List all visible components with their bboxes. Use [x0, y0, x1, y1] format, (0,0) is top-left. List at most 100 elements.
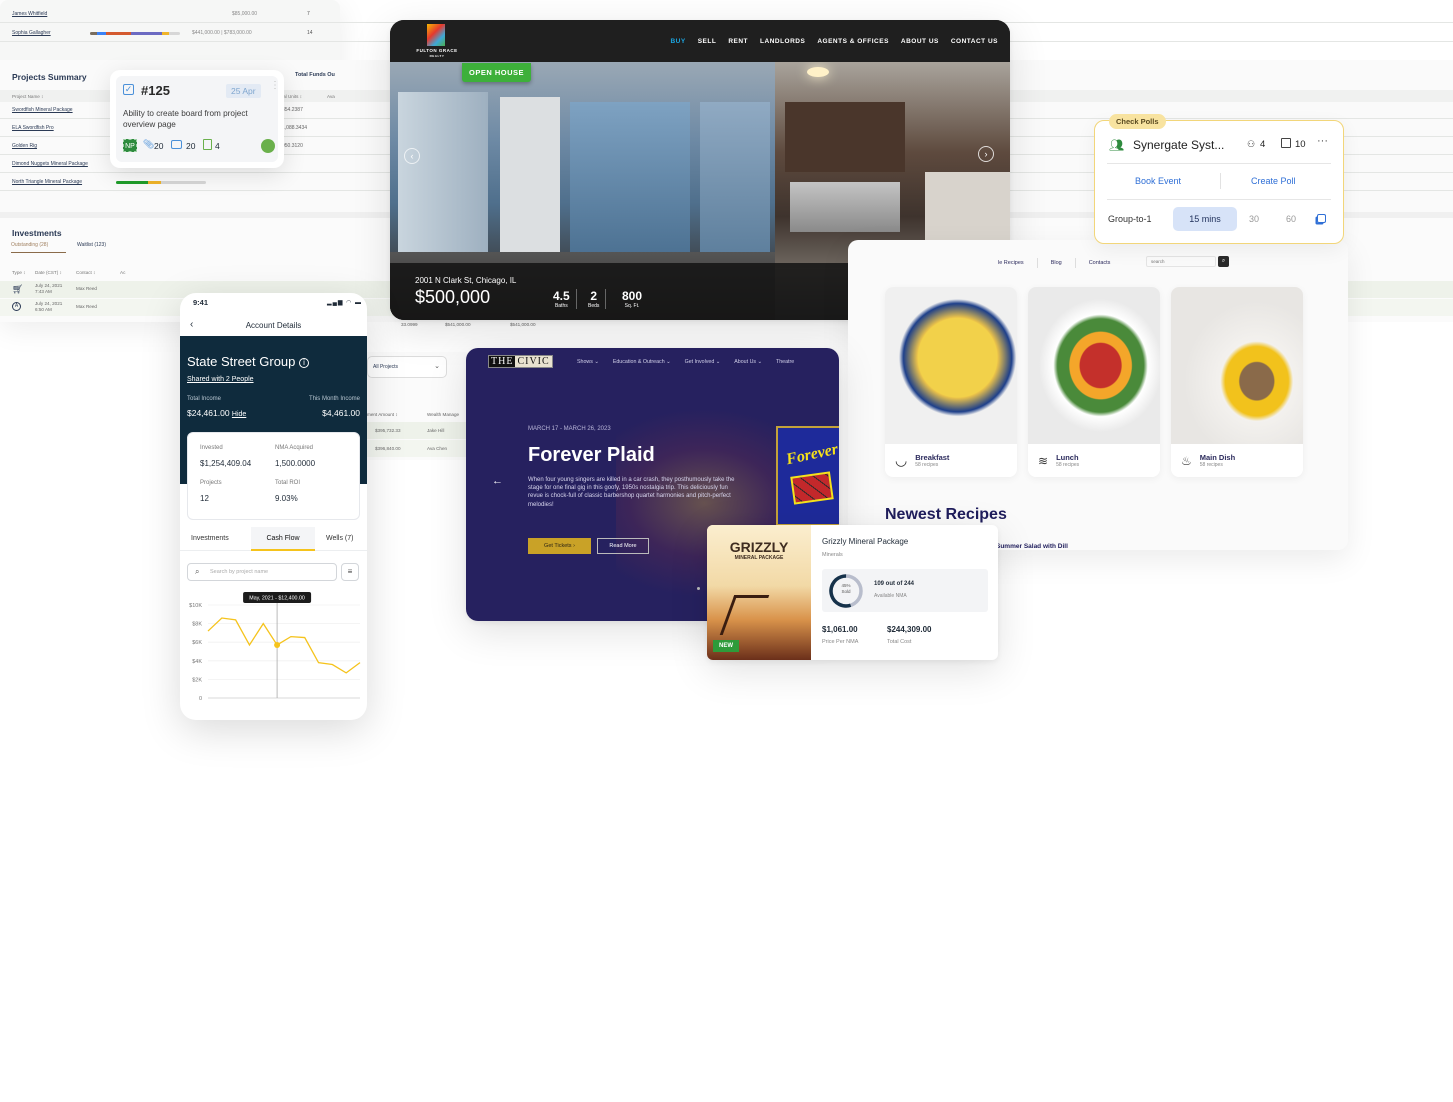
nav-get-involved[interactable]: Get Involved ⌄ [685, 359, 721, 365]
stat-label: NMA Acquired [275, 445, 314, 451]
filter-button[interactable]: ≡ [341, 563, 359, 581]
nav-buy[interactable]: BUY [670, 38, 685, 45]
comment-icon [171, 140, 182, 149]
arrow-left-icon[interactable]: ← [492, 475, 503, 487]
project-link[interactable]: Dimond Nuggets Mineral Package [12, 161, 88, 167]
salad-icon: ≋ [1038, 453, 1049, 468]
project-link[interactable]: Swordfish Mineral Package [12, 107, 73, 113]
total-units: 354.2387 [282, 107, 303, 113]
carousel-dot[interactable] [697, 587, 700, 590]
col-type[interactable]: Type ↕ [12, 270, 26, 275]
nav-shows[interactable]: Shows ⌄ [577, 359, 599, 365]
category-card-lunch[interactable]: ≋ Lunch 58 recipes [1028, 287, 1160, 477]
listing-price: $500,000 [415, 287, 491, 307]
nav-blog[interactable]: Blog [1051, 260, 1062, 266]
contact-link[interactable]: James Whitfield [12, 11, 47, 17]
project-filter-select[interactable]: All Projects ⌄ [367, 356, 447, 378]
shared-link[interactable]: Shared with 2 People [187, 376, 254, 383]
civic-logo[interactable]: THE CIVIC [488, 355, 553, 368]
nav-agents[interactable]: AGENTS & OFFICES [817, 38, 889, 45]
stat-value: 1,500.0000 [275, 459, 316, 468]
task-title: Ability to create board from project ove… [123, 109, 248, 129]
nav-recipes[interactable]: le Recipes [998, 260, 1024, 266]
status-time: 9:41 [193, 298, 209, 307]
show-description: When four young singers are killed in a … [528, 477, 735, 508]
contact-link[interactable]: Sophia Gallagher [12, 30, 51, 36]
grizzly-card[interactable]: GRIZZLY MINERAL PACKAGE NEW Grizzly Mine… [707, 525, 998, 660]
table-row: James Whitfield $85,000.00 7 [0, 6, 1453, 23]
task-card[interactable]: ✓ #125 25 Apr ⋮ Ability to create board … [110, 70, 284, 168]
project-link[interactable]: North Triangle Mineral Package [12, 179, 82, 185]
duration-15[interactable]: 15 mins [1173, 207, 1237, 231]
col-project-name[interactable]: Project Name ↕ [12, 94, 43, 99]
tab-cash-flow[interactable]: Cash Flow [251, 527, 315, 551]
duration-60[interactable]: 60 [1286, 214, 1296, 224]
avatar: NP [123, 139, 137, 152]
count: 14 [307, 30, 313, 36]
tab-wells[interactable]: Wells (7) [326, 535, 353, 542]
nav-rent[interactable]: RENT [728, 38, 748, 45]
info-icon[interactable]: i [299, 357, 310, 368]
price-per-nma: $1,061.00 [822, 625, 858, 634]
projects-summary-title: Projects Summary [12, 72, 87, 82]
col-date[interactable]: Date (CST) ↕ [35, 270, 62, 275]
nav-landlords[interactable]: LANDLORDS [760, 38, 805, 45]
stat-baths: 4.5 Baths [553, 289, 577, 309]
tab-waitlist[interactable]: Waitlist (123) [77, 242, 106, 248]
col-contact[interactable]: Contact ↕ [76, 270, 95, 275]
check-polls-tag[interactable]: Check Polls [1109, 114, 1166, 129]
nav-theatre[interactable]: Theatre [776, 359, 794, 365]
col-amount[interactable]: ment Amount ↕ [367, 412, 398, 417]
tab-investments[interactable]: Investments [191, 535, 229, 542]
clipboard-icon [203, 139, 212, 150]
category-card-main-dish[interactable]: ♨ Main Dish 58 recipes [1171, 287, 1303, 477]
type-label: Group-to-1 [1108, 214, 1152, 224]
tab-outstanding[interactable]: Outstanding (28) [11, 242, 66, 253]
data-point[interactable] [274, 641, 281, 648]
col-available[interactable]: Ava [327, 94, 335, 99]
col-wealth-manager[interactable]: Wealth Manage [427, 412, 459, 417]
nav-contact[interactable]: CONTACT US [951, 38, 998, 45]
category-name: Main Dish [1199, 453, 1236, 462]
nav-about[interactable]: About Us ⌄ [734, 359, 762, 365]
hide-link[interactable]: Hide [232, 411, 246, 418]
nav-about[interactable]: ABOUT US [901, 38, 939, 45]
investments-right: All Projects ⌄ ment Amount ↕ Wealth Mana… [367, 352, 467, 460]
nav-sell[interactable]: SELL [698, 38, 717, 45]
prev-photo-button[interactable]: ‹ [404, 148, 420, 164]
month-income: $4,461.00 [322, 408, 360, 418]
create-poll-button[interactable]: Create Poll [1251, 176, 1296, 186]
copy-icon[interactable] [1317, 214, 1326, 223]
brand-name: FULTON GRACE REALTY [416, 48, 458, 58]
recipe-title[interactable]: Summer Salad with Dill [996, 543, 1068, 550]
poll-card: Check Polls 👥︎ Synergate Syst... ⚇ 4 10 … [1094, 114, 1344, 244]
table-row: Sophia Gallagher $441,000.00 | $783,000.… [0, 25, 1453, 42]
read-more-button[interactable]: Read More [597, 538, 649, 554]
category-count: 58 recipes [1056, 462, 1080, 468]
search-icon[interactable]: ⌕ [1218, 256, 1229, 267]
group-name: State Street Group i [187, 354, 310, 369]
date: July 24, 2021 7:43 AM [35, 283, 63, 294]
recipe-search-input[interactable] [1146, 256, 1216, 267]
total-income: $24,461.00 Hide [187, 408, 247, 418]
book-event-button[interactable]: Book Event [1135, 176, 1181, 186]
project-link[interactable]: ELA Swordfish Pro [12, 125, 54, 131]
nav-education[interactable]: Education & Outreach ⌄ [613, 359, 671, 365]
manager: Jake Hill [427, 428, 445, 433]
fulton-grace-logo[interactable] [427, 24, 445, 46]
col-account[interactable]: Ac [120, 270, 125, 275]
project-link[interactable]: Golden Rig [12, 143, 37, 149]
get-tickets-button[interactable]: Get Tickets › [528, 538, 591, 554]
next-photo-button[interactable]: › [978, 146, 994, 162]
category-card-breakfast[interactable]: ◡ Breakfast 58 recipes [885, 287, 1017, 477]
project-search-input[interactable]: ⌕ Search by project name [187, 563, 337, 581]
y-tick-label: $10K [189, 603, 202, 609]
y-tick-label: $8K [192, 622, 202, 628]
table-row[interactable]: North Triangle Mineral Package [0, 174, 1453, 191]
nav-contacts[interactable]: Contacts [1089, 260, 1111, 266]
more-icon[interactable]: ⋮ [270, 81, 280, 91]
duration-30[interactable]: 30 [1249, 214, 1259, 224]
more-options-icon[interactable]: ··· [1317, 135, 1328, 147]
stat-value: 9.03% [275, 494, 298, 503]
sold-label: 45% Sold [841, 583, 851, 594]
